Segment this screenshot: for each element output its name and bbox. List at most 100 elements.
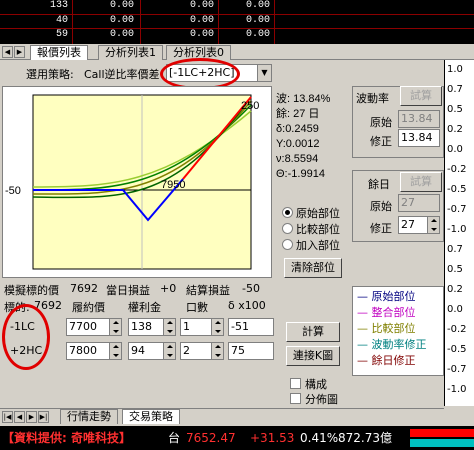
structure-checkbox[interactable]: 構成	[290, 376, 327, 392]
left-axis-label: -50	[5, 185, 21, 197]
axis-tick: 0.0	[447, 304, 463, 315]
legend-item: — 原始部位	[357, 290, 416, 303]
spinner-icon[interactable]	[163, 319, 175, 335]
volatility-adj-label: 修正	[370, 135, 392, 148]
gamma-value: 0.0012	[285, 138, 320, 150]
payoff-chart-svg: -50 250 7950	[5, 94, 259, 270]
spinner-icon[interactable]	[211, 343, 223, 359]
radio-button[interactable]	[282, 223, 293, 234]
radio-add-position[interactable]: 加入部位	[282, 238, 340, 254]
spinner-icon[interactable]	[109, 319, 121, 335]
tab-scroll-first-button[interactable]: |◀	[2, 411, 13, 423]
status-bar: 【資料提供: 奇唯科技】 台 7652.47 +31.53 0.41% 872.…	[0, 426, 474, 450]
table-cell: 0.00	[245, 15, 270, 26]
chevron-down-icon[interactable]: ▼	[257, 65, 271, 81]
volatility-title: 波動率	[356, 92, 389, 105]
col-delta-header: δ x100	[228, 299, 266, 312]
axis-tick: 0.2	[447, 124, 463, 135]
axis-tick: -1.0	[447, 224, 467, 235]
spinner-icon[interactable]	[427, 217, 439, 233]
daily-pnl-label: 當日損益	[106, 284, 150, 297]
checkbox-icon[interactable]	[290, 393, 301, 404]
theta-value: -1.9914	[287, 168, 325, 180]
col-premium-header: 權利金	[128, 301, 161, 314]
days-adj-stepper[interactable]: 27	[398, 216, 440, 234]
legend-item: — 整合部位	[357, 306, 416, 319]
spinner-icon[interactable]	[163, 343, 175, 359]
axis-tick: 0.5	[447, 264, 463, 275]
link-kchart-button[interactable]: 連接K圖	[286, 346, 340, 366]
volatility-adj-field[interactable]: 13.84	[398, 129, 440, 147]
table-cell: 0.00	[189, 0, 214, 11]
volatility-orig-field: 13.84	[398, 110, 440, 128]
delta-field[interactable]: -51	[228, 318, 274, 336]
axis-tick: -0.5	[447, 184, 467, 195]
table-cell: 0.00	[189, 29, 214, 40]
tab-trading-strategy[interactable]: 交易策略	[122, 409, 180, 424]
spinner-icon[interactable]	[109, 343, 121, 359]
days-calc-button[interactable]: 試算	[400, 172, 442, 192]
table-cell: 0.00	[109, 15, 134, 26]
checkbox-icon[interactable]	[290, 378, 301, 389]
days-adj-label: 修正	[370, 222, 392, 235]
volatility-orig-label: 原始	[370, 116, 392, 129]
days-orig-field: 27	[398, 194, 440, 212]
tab-analysis-1[interactable]: 分析列表1	[98, 45, 163, 60]
table-cell: 0.00	[109, 29, 134, 40]
grid-divider	[0, 14, 474, 15]
axis-tick: -0.2	[447, 164, 467, 175]
volatility-calc-button[interactable]: 試算	[400, 86, 442, 106]
vega-label: ν:	[276, 153, 285, 165]
tab-market-trend[interactable]: 行情走勢	[60, 409, 118, 424]
highlight-oval	[2, 304, 50, 370]
qty-stepper[interactable]: 1	[180, 318, 224, 336]
strike-stepper[interactable]: 7700	[66, 318, 122, 336]
radio-label: 比較部位	[296, 223, 340, 236]
vega-value: 8.5594	[284, 153, 319, 165]
days-adj-value: 27	[401, 218, 415, 231]
axis-tick: -0.2	[447, 324, 467, 335]
tab-scroll-last-button[interactable]: ▶|	[38, 411, 49, 423]
calculate-button[interactable]: 計算	[286, 322, 340, 342]
sim-underlying-label: 模擬標的價	[4, 284, 59, 297]
radio-original-position[interactable]: 原始部位	[282, 206, 340, 222]
premium-stepper[interactable]: 138	[128, 318, 176, 336]
axis-tick: 0.0	[447, 144, 463, 155]
data-provider: 【資料提供: 奇唯科技】	[2, 431, 131, 445]
tab-scroll-last-button[interactable]: ▶	[14, 46, 25, 58]
strike-stepper[interactable]: 7800	[66, 342, 122, 360]
strategy-name: Call逆比率價差	[84, 68, 160, 81]
trade-volume: 872.73億	[338, 431, 392, 445]
radio-button[interactable]	[282, 239, 293, 250]
axis-tick: 0.7	[447, 84, 463, 95]
gamma-label: Υ:	[276, 138, 286, 150]
clear-position-button[interactable]: 清除部位	[284, 258, 342, 278]
axis-tick: -0.7	[447, 204, 467, 215]
spinner-icon[interactable]	[211, 319, 223, 335]
tab-scroll-next-button[interactable]: ▶	[26, 411, 37, 423]
tab-scroll-first-button[interactable]: ◀	[2, 46, 13, 58]
table-cell: 133	[49, 0, 68, 11]
grid-divider	[218, 0, 219, 44]
greeks-panel: 波: 13.84% 餘: 27 日 δ:0.2459 Υ:0.0012 ν:8.…	[276, 92, 348, 182]
legend-item: — 比較部位	[357, 322, 416, 335]
radio-compare-position[interactable]: 比較部位	[282, 222, 340, 238]
index-price: 7652.47	[186, 431, 236, 445]
tab-quote-list[interactable]: 報價列表	[30, 45, 88, 60]
quote-table: 133 0.00 0.00 0.00 40 0.00 0.00 0.00 59 …	[0, 0, 474, 44]
tab-scroll-prev-button[interactable]: ◀	[14, 411, 25, 423]
right-axis: 1.0 0.7 0.5 0.2 0.0 -0.2 -0.5 -0.7 -1.0 …	[444, 60, 474, 406]
grid-divider	[274, 0, 275, 44]
sim-underlying-value: 7692	[70, 282, 98, 295]
delta-field[interactable]: 75	[228, 342, 274, 360]
distribution-checkbox[interactable]: 分佈圖	[290, 391, 338, 407]
axis-tick: -0.5	[447, 344, 467, 355]
theta-label: Θ:	[276, 168, 288, 180]
premium-stepper[interactable]: 94	[128, 342, 176, 360]
col-strike-header: 履約價	[72, 301, 105, 314]
radio-button[interactable]	[282, 207, 293, 218]
table-cell: 0.00	[245, 29, 270, 40]
axis-tick: -1.0	[447, 384, 467, 395]
qty-stepper[interactable]: 2	[180, 342, 224, 360]
radio-label: 加入部位	[296, 239, 340, 252]
